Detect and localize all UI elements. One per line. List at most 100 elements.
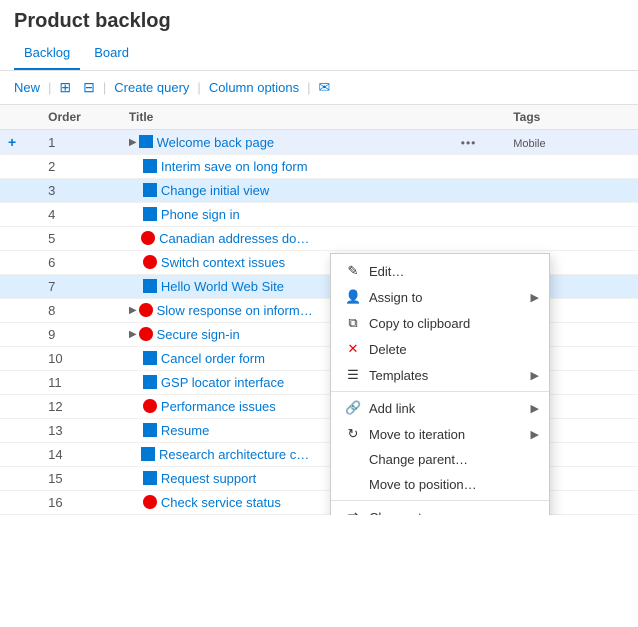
new-button[interactable]: New: [8, 78, 46, 97]
bug-icon: [141, 231, 155, 245]
order-number: 7: [48, 279, 55, 294]
context-menu-trigger[interactable]: •••: [461, 136, 477, 150]
sep1: |: [48, 80, 51, 95]
context-menu-item-assign[interactable]: 👤 Assign to ▶: [331, 284, 549, 310]
item-title-link[interactable]: Secure sign-in: [157, 327, 240, 342]
ctx-label-move_position: Move to position…: [369, 477, 477, 492]
ctx-label-change_parent: Change parent…: [369, 452, 468, 467]
item-title-link[interactable]: Change initial view: [161, 183, 269, 198]
table-row: 2Interim save on long form: [0, 155, 638, 179]
item-title-link[interactable]: Welcome back page: [157, 135, 275, 150]
context-menu-item-delete[interactable]: ✕ Delete: [331, 336, 549, 362]
item-title-link[interactable]: Resume: [161, 423, 209, 438]
item-title-link[interactable]: Canadian addresses don't disp: [159, 231, 314, 246]
ctx-label-move_iteration: Move to iteration: [369, 427, 465, 442]
context-menu-item-change_type[interactable]: ⇄ Change type…: [331, 504, 549, 515]
tab-board[interactable]: Board: [84, 39, 139, 70]
collapse-icon-button[interactable]: ⊟: [77, 77, 101, 98]
tab-bar: Backlog Board: [0, 39, 638, 71]
story-icon: [143, 207, 157, 221]
story-icon: [139, 135, 153, 149]
tab-backlog[interactable]: Backlog: [14, 39, 80, 70]
order-number: 1: [48, 135, 55, 150]
item-title-link[interactable]: Slow response on information: [157, 303, 314, 318]
order-number: 4: [48, 207, 55, 222]
context-menu-item-change_parent[interactable]: Change parent…: [331, 447, 549, 472]
table-container: Order Title Tags +1 ▶ Welcome back page •••…: [0, 105, 638, 515]
page-container: Product backlog Backlog Board New | ⊞ ⊟ …: [0, 0, 638, 515]
ctx-label-templates: Templates: [369, 368, 428, 383]
submenu-arrow: ▶: [531, 369, 539, 382]
context-menu-separator: [331, 391, 549, 392]
bug-icon: [143, 495, 157, 509]
order-number: 12: [48, 399, 62, 414]
table-header-row: Order Title Tags: [0, 105, 638, 130]
sep2: |: [103, 80, 106, 95]
ctx-label-assign: Assign to: [369, 290, 422, 305]
expand-arrow[interactable]: ▶: [129, 329, 137, 340]
ctx-icon-edit: ✎: [345, 263, 361, 279]
ctx-icon-templates: ☰: [345, 367, 361, 383]
collapse-icon: ⊟: [83, 79, 95, 96]
story-icon: [141, 447, 155, 461]
item-title-link[interactable]: Check service status: [161, 495, 281, 510]
ctx-icon-assign: 👤: [345, 289, 361, 305]
expand-arrow[interactable]: ▶: [129, 137, 137, 148]
order-number: 14: [48, 447, 62, 462]
page-title: Product backlog: [0, 0, 638, 39]
tag-badge: Mobile: [513, 138, 545, 150]
bug-icon: [139, 327, 153, 341]
context-menu-item-copy[interactable]: ⧉ Copy to clipboard: [331, 310, 549, 336]
order-number: 9: [48, 327, 55, 342]
item-title-link[interactable]: Phone sign in: [161, 207, 240, 222]
submenu-arrow: ▶: [531, 428, 539, 441]
story-icon: [143, 351, 157, 365]
add-icon-button[interactable]: ⊞: [53, 77, 77, 98]
item-title-link[interactable]: GSP locator interface: [161, 375, 284, 390]
col-title-header: Title: [121, 105, 453, 130]
col-dots-header: [453, 105, 505, 130]
story-icon: [143, 471, 157, 485]
item-title-link[interactable]: Performance issues: [161, 399, 276, 414]
item-title-link[interactable]: Switch context issues: [161, 255, 285, 270]
context-menu-item-move_iteration[interactable]: ↻ Move to iteration ▶: [331, 421, 549, 447]
table-row: 5Canadian addresses don't disp: [0, 227, 638, 251]
order-number: 16: [48, 495, 62, 510]
ctx-label-change_type: Change type…: [369, 510, 456, 516]
sep4: |: [307, 80, 310, 95]
item-title-link[interactable]: Cancel order form: [161, 351, 265, 366]
col-order-header: Order: [40, 105, 121, 130]
context-menu: ✎ Edit… 👤 Assign to ▶ ⧉ Copy to clipboar…: [330, 253, 550, 515]
order-number: 6: [48, 255, 55, 270]
context-menu-item-edit[interactable]: ✎ Edit…: [331, 258, 549, 284]
ctx-icon-add_link: 🔗: [345, 400, 361, 416]
context-menu-item-add_link[interactable]: 🔗 Add link ▶: [331, 395, 549, 421]
expand-arrow[interactable]: ▶: [129, 305, 137, 316]
ctx-icon-move_iteration: ↻: [345, 426, 361, 442]
story-icon: [143, 183, 157, 197]
table-row: 4 Phone sign in: [0, 203, 638, 227]
order-number: 11: [48, 375, 62, 390]
create-query-button[interactable]: Create query: [108, 78, 195, 97]
item-title-link[interactable]: Research architecture changes: [159, 447, 314, 462]
ctx-label-add_link: Add link: [369, 401, 415, 416]
ctx-label-delete: Delete: [369, 342, 407, 357]
bug-icon: [143, 255, 157, 269]
order-number: 15: [48, 471, 62, 486]
context-menu-item-templates[interactable]: ☰ Templates ▶: [331, 362, 549, 388]
table-row: 3Change initial view: [0, 179, 638, 203]
item-title-link[interactable]: Interim save on long form: [161, 159, 308, 174]
story-icon: [143, 159, 157, 173]
submenu-arrow: ▶: [531, 291, 539, 304]
item-title-link[interactable]: Hello World Web Site: [161, 279, 284, 294]
story-icon: [143, 423, 157, 437]
order-number: 8: [48, 303, 55, 318]
item-title-link[interactable]: Request support: [161, 471, 256, 486]
column-options-button[interactable]: Column options: [203, 78, 305, 97]
col-add-header: [0, 105, 40, 130]
context-menu-item-move_position[interactable]: Move to position…: [331, 472, 549, 497]
row-add-button[interactable]: +: [8, 134, 16, 150]
email-icon-button[interactable]: ✉: [313, 77, 337, 98]
ctx-label-edit: Edit…: [369, 264, 404, 279]
col-tags-header: Tags: [505, 105, 638, 130]
